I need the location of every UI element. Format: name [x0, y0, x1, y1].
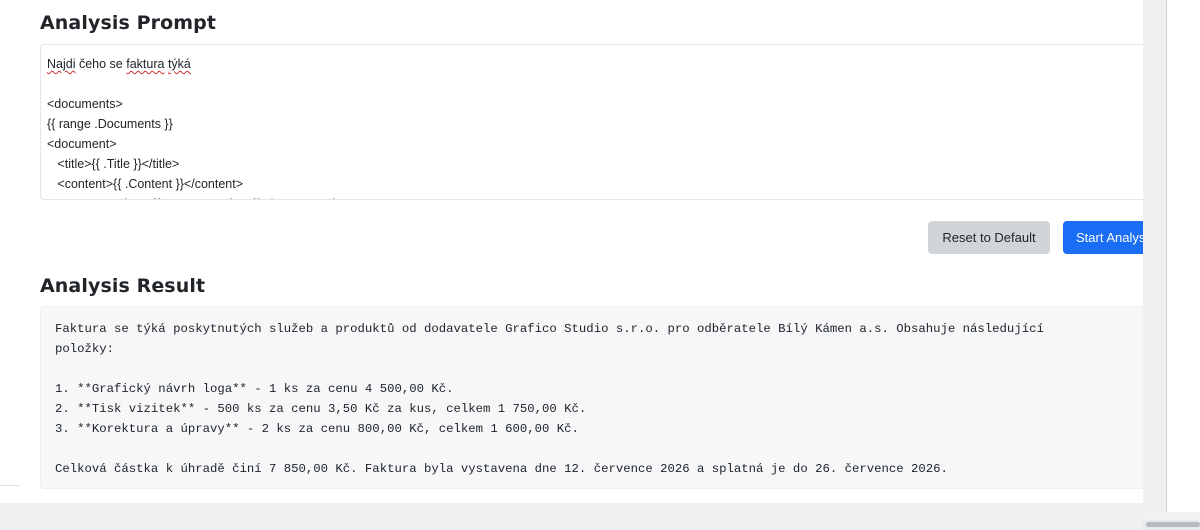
page-footer-band — [0, 503, 1200, 530]
prompt-textarea[interactable]: Najdi čeho se faktura týká <documents> {{ … — [40, 44, 1160, 200]
prompt-line: <title>{{ .Title }}</title> — [47, 154, 1160, 174]
prompt-line: Najdi čeho se faktura týká — [47, 54, 1160, 74]
prompt-text: <document> — [47, 137, 117, 151]
analysis-prompt-heading: Analysis Prompt — [40, 12, 217, 34]
side-panel-edge — [1143, 0, 1167, 512]
horizontal-scrollbar-thumb[interactable] — [1146, 522, 1200, 527]
prompt-line: <documents> — [47, 94, 1160, 114]
prompt-line: {{ range .Documents }} — [47, 114, 1160, 134]
prompt-text: {{ range .Documents }} — [47, 117, 173, 131]
prompt-line: <document> — [47, 134, 1160, 154]
result-line: položky: — [55, 342, 115, 356]
analysis-result-heading: Analysis Result — [40, 275, 206, 297]
reset-to-default-button[interactable]: Reset to Default — [928, 221, 1050, 254]
result-line: Faktura se týká poskytnutých služeb a pr… — [55, 322, 1044, 336]
prompt-text: <correspondent>{{ .Correspondent }}</cor… — [47, 197, 359, 199]
side-panel-content — [1167, 0, 1200, 512]
prompt-line: <correspondent>{{ .Correspondent }}</cor… — [47, 194, 1160, 199]
analysis-result-output: Faktura se týká poskytnutých služeb a pr… — [40, 306, 1160, 489]
result-line: 3. **Korektura a úpravy** - 2 ks za cenu… — [55, 422, 579, 436]
misspelled-word: faktura — [126, 57, 165, 71]
divider — [0, 485, 20, 486]
prompt-line: <content>{{ .Content }}</content> — [47, 174, 1160, 194]
result-line — [55, 359, 1160, 379]
analysis-page: Analysis Prompt Najdi čeho se faktura tý… — [0, 0, 1200, 530]
prompt-text: <documents> — [47, 97, 123, 111]
misspelled-word: týká — [167, 57, 191, 71]
prompt-text: <title>{{ .Title }}</title> — [47, 157, 180, 171]
prompt-text: <content>{{ .Content }}</content> — [47, 177, 243, 191]
result-line — [55, 439, 1160, 459]
result-line: 1. **Grafický návrh loga** - 1 ks za cen… — [55, 382, 454, 396]
result-line: Celková částka k úhradě činí 7 850,00 Kč… — [55, 462, 948, 476]
prompt-line — [47, 74, 1160, 94]
result-line: 2. **Tisk vizitek** - 500 ks za cenu 3,5… — [55, 402, 587, 416]
prompt-text: čeho se — [75, 57, 127, 71]
misspelled-word: Najdi — [47, 57, 76, 71]
